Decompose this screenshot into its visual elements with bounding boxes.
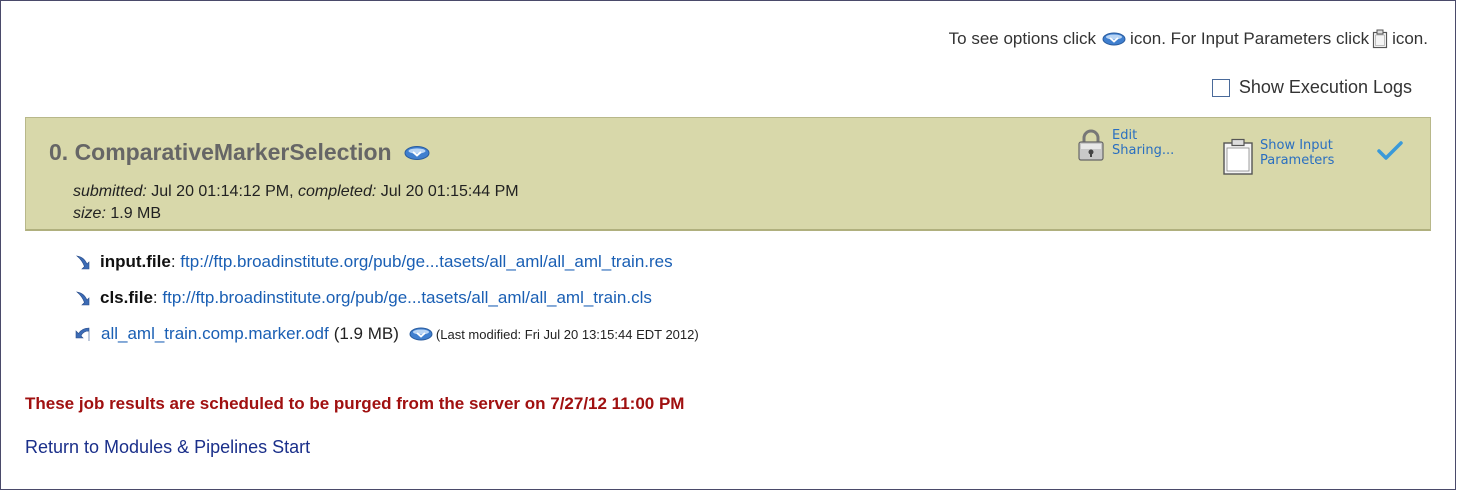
return-to-start-link[interactable]: Return to Modules & Pipelines Start [25, 437, 310, 458]
input-arrow-icon [75, 254, 91, 270]
edit-sharing-label-line2: Sharing... [1112, 143, 1175, 158]
completed-value: Jul 20 01:15:44 PM [380, 183, 519, 200]
edit-sharing-button[interactable]: Edit Sharing... [1076, 128, 1174, 162]
output-file-options-icon[interactable] [409, 327, 433, 341]
size-label: size: [73, 205, 106, 222]
job-results-frame: To see options click icon. For Input Par… [0, 0, 1456, 490]
help-instructions: To see options click icon. For Input Par… [949, 29, 1428, 49]
show-execution-logs-toggle[interactable]: Show Execution Logs [1211, 77, 1412, 98]
output-arrow-icon [75, 326, 91, 342]
output-file-size: (1.9 MB) [333, 324, 399, 343]
help-suffix-text: icon. [1392, 29, 1428, 48]
show-params-label-line1: Show Input [1260, 138, 1333, 153]
input-file-param-name: input.file [100, 252, 171, 271]
job-options-icon[interactable] [404, 145, 430, 161]
checkmark-icon [1376, 140, 1404, 162]
show-input-parameters-button[interactable]: Show Input Parameters [1222, 138, 1334, 176]
help-middle-text: icon. For Input Parameters click [1130, 29, 1370, 48]
input-arrow-icon [75, 290, 91, 306]
purge-notice: These job results are scheduled to be pu… [25, 394, 685, 413]
job-metadata: submitted: Jul 20 01:14:12 PM, completed… [73, 181, 519, 225]
cls-file-link[interactable]: ftp://ftp.broadinstitute.org/pub/ge...ta… [162, 288, 651, 308]
job-files-list: input.file: ftp://ftp.broadinstitute.org… [75, 244, 699, 352]
edit-sharing-label-line1: Edit [1112, 128, 1138, 143]
input-file-sep: : [170, 252, 176, 271]
show-params-label-line2: Parameters [1260, 153, 1335, 168]
input-file-row: input.file: ftp://ftp.broadinstitute.org… [75, 244, 699, 280]
show-logs-checkbox[interactable] [1211, 78, 1230, 97]
lock-icon [1076, 128, 1106, 162]
output-file-link[interactable]: all_aml_train.comp.marker.odf [101, 324, 329, 344]
completed-label: completed: [298, 183, 377, 200]
cls-file-row: cls.file: ftp://ftp.broadinstitute.org/p… [75, 280, 699, 316]
job-title-row: 0. ComparativeMarkerSelection [49, 139, 430, 166]
clipboard-icon [1222, 138, 1254, 176]
job-title: 0. ComparativeMarkerSelection [49, 139, 392, 165]
job-summary-panel: 0. ComparativeMarkerSelection submitted:… [25, 117, 1431, 231]
options-menu-icon [1102, 32, 1126, 46]
cls-file-param-name: cls.file [100, 288, 153, 307]
submitted-value: Jul 20 01:14:12 PM, [151, 183, 294, 200]
show-logs-label: Show Execution Logs [1238, 77, 1412, 97]
input-parameters-icon [1372, 29, 1388, 49]
job-completed-check [1376, 140, 1404, 162]
help-prefix-text: To see options click [948, 29, 1097, 48]
submitted-label: submitted: [73, 183, 147, 200]
size-value: 1.9 MB [110, 205, 162, 222]
cls-file-sep: : [152, 288, 158, 307]
output-file-modified: (Last modified: Fri Jul 20 13:15:44 EDT … [435, 326, 699, 342]
input-file-link[interactable]: ftp://ftp.broadinstitute.org/pub/ge...ta… [180, 252, 672, 272]
output-file-row: all_aml_train.comp.marker.odf (1.9 MB) (… [75, 316, 699, 352]
